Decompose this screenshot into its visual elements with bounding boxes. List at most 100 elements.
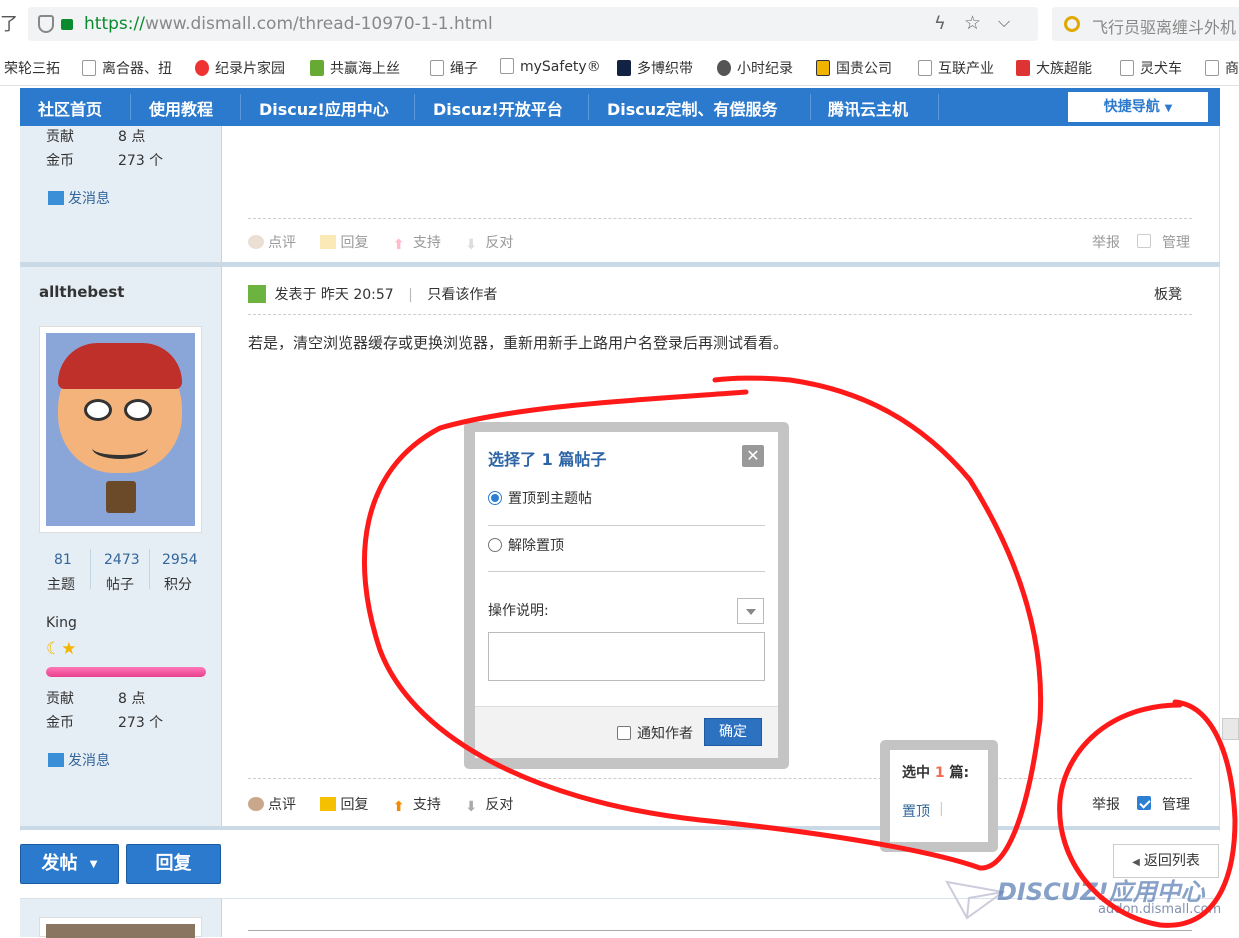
divider: [248, 314, 1192, 315]
bookmark-item[interactable]: 共赢海上丝: [310, 58, 400, 78]
caret-down-icon: ▼: [1164, 103, 1173, 114]
oppose-action[interactable]: ⬇ 反对: [465, 235, 513, 253]
support-action[interactable]: ⬆ 支持: [392, 797, 441, 815]
watermark-domain: addon.dismall.com: [1098, 902, 1222, 917]
bookmark-item[interactable]: 绳子: [430, 58, 478, 78]
contrib-label: 贡献: [46, 129, 74, 145]
nav-separator: [810, 94, 811, 120]
option-unstick[interactable]: 解除置顶: [488, 535, 564, 555]
floor-label[interactable]: 板凳: [1154, 284, 1182, 304]
stat-score-label: 积分: [164, 577, 192, 593]
avatar-image: [46, 924, 195, 938]
lightning-icon[interactable]: ϟ: [934, 13, 946, 34]
search-text[interactable]: 飞行员驱离缠斗外机: [1092, 14, 1236, 38]
star-icon[interactable]: ☆: [964, 12, 981, 34]
gold-label: 金币: [46, 153, 74, 169]
user-group[interactable]: King: [46, 615, 77, 631]
report-link[interactable]: 举报: [1092, 794, 1120, 814]
nav-open-platform[interactable]: Discuz!开放平台: [433, 96, 563, 120]
next-post-sidebar: [20, 899, 222, 938]
browser-toolbar: 了 https://www.dismall.com/thread-10970-1…: [0, 0, 1239, 48]
balloon-eye-right: [124, 399, 152, 421]
rate-action[interactable]: 点评: [248, 797, 296, 813]
bookmark-item[interactable]: mySafety®: [500, 58, 601, 75]
stat-posts-value[interactable]: 2473: [104, 552, 140, 568]
manage-label: 管理: [1162, 797, 1190, 813]
close-icon[interactable]: ✕: [742, 445, 764, 467]
stat-topics-value[interactable]: 81: [54, 552, 72, 568]
back-glyph[interactable]: 了: [0, 10, 18, 36]
nav-custom-service[interactable]: Discuz定制、有偿服务: [607, 96, 777, 120]
bookmark-item[interactable]: 国贵公司: [816, 58, 892, 78]
bookmark-item[interactable]: 灵犬车: [1120, 58, 1182, 78]
reply-button[interactable]: 回复: [126, 844, 221, 884]
post-time: 发表于 昨天 20:57: [274, 287, 394, 303]
nav-tencent-cloud[interactable]: 腾讯云主机: [828, 96, 908, 120]
film-reel-icon: [717, 60, 731, 76]
option-stick[interactable]: 置顶到主题帖: [488, 488, 592, 508]
arrow-up-icon: ⬆: [392, 799, 405, 815]
manage-checkbox[interactable]: [1137, 234, 1151, 250]
avatar[interactable]: [39, 917, 202, 938]
author-only-link[interactable]: 只看该作者: [427, 287, 497, 303]
rate-action[interactable]: 点评: [248, 235, 296, 251]
divider: [488, 525, 765, 526]
caret-left-icon: ◀: [1132, 857, 1140, 868]
bookmark-item[interactable]: 商: [1205, 58, 1239, 78]
report-link[interactable]: 举报: [1092, 232, 1120, 252]
bookmark-item[interactable]: 互联产业: [918, 58, 994, 78]
author-name[interactable]: allthebest: [39, 283, 124, 301]
prev-post-sidebar: 贡献 8 点 金币 273 个 发消息: [20, 126, 222, 264]
quick-nav-button[interactable]: 快捷导航 ▼: [1068, 92, 1208, 122]
gold-value: 273 个: [118, 153, 164, 169]
url-text[interactable]: https://www.dismall.com/thread-10970-1-1…: [84, 14, 493, 34]
nav-tutorial[interactable]: 使用教程: [149, 96, 213, 120]
send-message-link[interactable]: 发消息: [48, 188, 110, 208]
reason-textarea[interactable]: [488, 632, 765, 681]
page-icon: [1120, 60, 1134, 76]
reply-action[interactable]: 回复: [320, 235, 368, 251]
bookmark-item[interactable]: 荣轮三拓: [4, 58, 60, 78]
author-sidebar: allthebest 81 主题 2473 帖子 2954 积分 King ☾★…: [20, 267, 222, 830]
radio-unstick[interactable]: [488, 538, 502, 552]
stat-divider: [149, 549, 150, 589]
bookmark-item[interactable]: 纪录片家园: [195, 58, 285, 78]
selection-separator: |: [939, 801, 944, 817]
prev-post-actions: 点评 回复 ⬆ 支持 ⬇ 反对: [248, 232, 513, 253]
support-action[interactable]: ⬆ 支持: [393, 235, 441, 253]
avatar[interactable]: [39, 326, 202, 533]
stick-action-link[interactable]: 置顶: [902, 801, 930, 821]
nav-separator: [588, 94, 589, 120]
reason-dropdown[interactable]: [737, 598, 764, 624]
bookmark-item[interactable]: 小时纪录: [717, 58, 793, 78]
stat-score-value[interactable]: 2954: [162, 552, 198, 568]
watermark: DISCUZ!应用中心 addon.dismall.com: [945, 872, 1225, 922]
radio-stick[interactable]: [488, 491, 502, 505]
chevron-down-icon[interactable]: ⌵: [998, 12, 1010, 32]
bookmark-item[interactable]: 离合器、扭: [82, 58, 172, 78]
stat-divider: [90, 549, 91, 589]
search-box[interactable]: 飞行员驱离缠斗外机: [1052, 7, 1239, 41]
address-bar[interactable]: https://www.dismall.com/thread-10970-1-1…: [28, 7, 1038, 41]
bookmark-item[interactable]: 多博织带: [617, 58, 693, 78]
search-engine-icon: [1064, 16, 1080, 32]
divider: [248, 778, 1192, 779]
shield-icon: [38, 15, 54, 33]
side-scroll-tab[interactable]: [1222, 718, 1239, 740]
notify-author-option[interactable]: 通知作者: [617, 723, 693, 743]
bookmark-item[interactable]: 大族超能: [1016, 58, 1092, 78]
notify-author-checkbox[interactable]: [617, 726, 631, 740]
nav-home[interactable]: 社区首页: [38, 96, 102, 120]
online-user-icon: [248, 285, 266, 303]
confirm-button[interactable]: 确定: [704, 718, 762, 746]
manage-checkbox[interactable]: [1137, 796, 1151, 812]
dialog-title: 选择了 1 篇帖子: [488, 450, 607, 469]
nav-separator: [938, 94, 939, 120]
send-message-link[interactable]: 发消息: [48, 750, 110, 770]
oppose-action[interactable]: ⬇ 反对: [465, 797, 513, 815]
nav-app-center[interactable]: Discuz!应用中心: [259, 96, 389, 120]
new-post-button[interactable]: 发帖 ▼: [20, 844, 119, 884]
reply-action[interactable]: 回复: [320, 797, 368, 813]
nav-separator: [240, 94, 241, 120]
bookmarks-bar: 荣轮三拓 离合器、扭 纪录片家园 共赢海上丝 绳子 mySafety® 多博织带…: [0, 50, 1239, 86]
